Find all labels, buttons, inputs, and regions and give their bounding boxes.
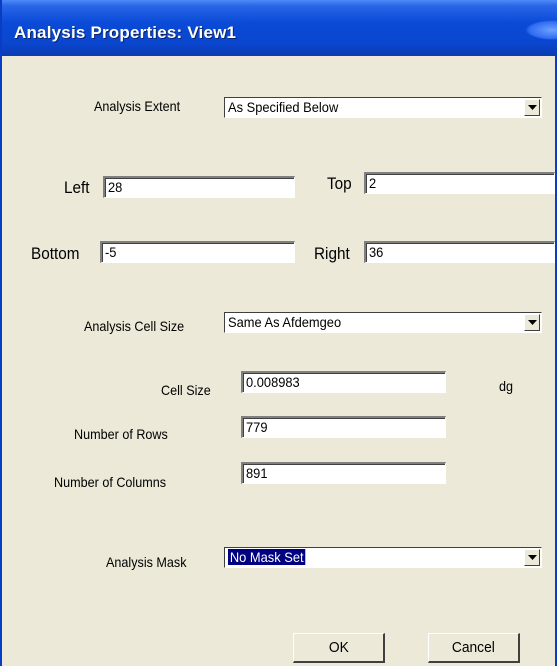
number-of-rows-label: Number of Rows (74, 426, 168, 442)
chevron-down-icon[interactable] (524, 99, 540, 116)
right-field[interactable]: 36 (364, 241, 555, 263)
bottom-value: -5 (105, 244, 117, 260)
top-label: Top (327, 174, 352, 193)
analysis-mask-label: Analysis Mask (106, 554, 187, 570)
analysis-cell-size-value: Same As Afdemgeo (228, 314, 342, 330)
bottom-field[interactable]: -5 (100, 241, 295, 263)
left-field[interactable]: 28 (103, 176, 295, 198)
chevron-down-icon[interactable] (524, 314, 540, 331)
right-value: 36 (369, 244, 384, 260)
analysis-extent-dropdown[interactable]: As Specified Below (224, 97, 542, 118)
analysis-cell-size-label: Analysis Cell Size (84, 318, 185, 334)
cell-size-field[interactable]: 0.008983 (241, 371, 446, 393)
cell-size-value: 0.008983 (246, 374, 300, 390)
title-bar[interactable]: Analysis Properties: View1 (2, 0, 557, 56)
analysis-mask-dropdown[interactable]: No Mask Set (224, 547, 542, 568)
cell-size-unit: dg (499, 378, 514, 394)
analysis-extent-label: Analysis Extent (94, 98, 181, 114)
cancel-button[interactable]: Cancel (428, 633, 520, 663)
bottom-label: Bottom (31, 244, 80, 263)
right-label: Right (314, 244, 350, 263)
cell-size-label: Cell Size (161, 382, 211, 398)
number-of-columns-value: 891 (246, 465, 268, 481)
number-of-rows-field[interactable]: 779 (241, 416, 446, 438)
window-title: Analysis Properties: View1 (14, 23, 237, 42)
titlebar-corner-decoration (525, 20, 557, 40)
number-of-rows-value: 779 (246, 419, 268, 435)
top-value: 2 (369, 175, 377, 191)
number-of-columns-field[interactable]: 891 (241, 462, 446, 484)
cancel-button-label: Cancel (452, 639, 495, 656)
analysis-properties-dialog: Analysis Properties: View1 Analysis Exte… (0, 0, 557, 666)
ok-button-label: OK (328, 639, 349, 656)
top-field[interactable]: 2 (364, 172, 555, 194)
left-value: 28 (108, 179, 123, 195)
analysis-extent-value: As Specified Below (228, 99, 339, 115)
chevron-down-icon[interactable] (524, 549, 540, 566)
left-label: Left (64, 178, 90, 197)
ok-button[interactable]: OK (293, 633, 385, 663)
number-of-columns-label: Number of Columns (54, 474, 167, 490)
analysis-cell-size-dropdown[interactable]: Same As Afdemgeo (224, 312, 542, 333)
analysis-mask-value: No Mask Set (228, 549, 306, 565)
